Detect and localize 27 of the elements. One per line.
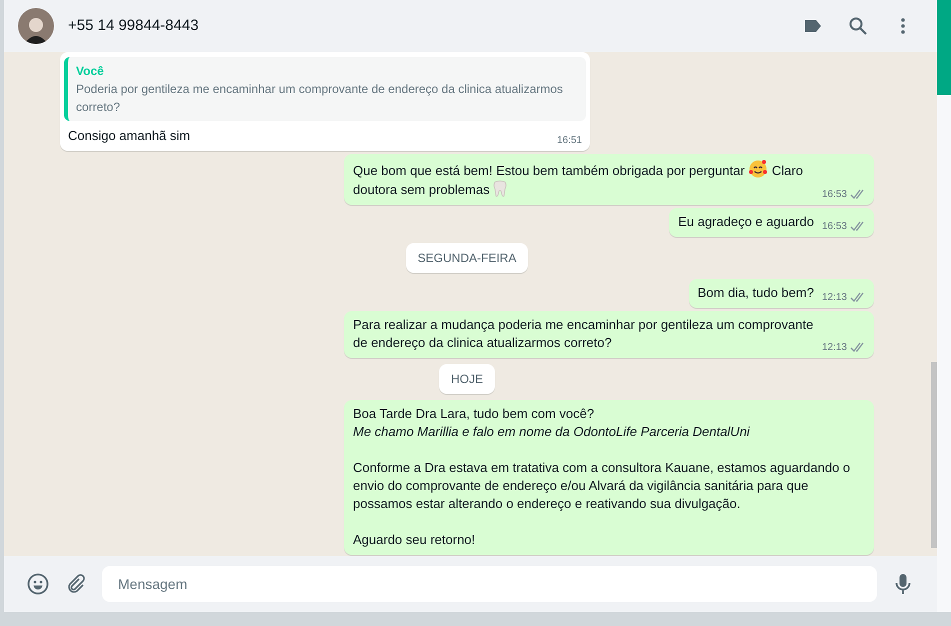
tag-icon: [804, 19, 822, 33]
more-options-icon: [901, 18, 905, 34]
message-text: Boa Tarde Dra Lara, tudo bem com você? Me chamo Marillia e falo em nome da OdontoLife Parceria DentalUni Conforme a Dra estava em tratativa com a consultora Kauane, estamos aguardando o envio do comprovante de endereço e/ou Alvará da vigilância sanitária para que possamos estar alterando o endereço e reativando sua divulgação. Aguardo seu retorno!: [353, 405, 852, 549]
quote-text: Poderia por gentileza me encaminhar um comprovante de endereço da clinica atualizarmos correto?: [76, 81, 564, 116]
scrollbar-thumb[interactable]: [931, 362, 937, 548]
message-time: 16:51: [556, 134, 582, 148]
microphone-icon: [895, 573, 911, 595]
date-label: SEGUNDA-FEIRA: [406, 243, 528, 273]
search-icon: [849, 17, 867, 35]
message-text: Eu agradeço e aguardo: [678, 213, 814, 231]
message-text: Consigo amanhã sim: [68, 127, 192, 145]
tooth-icon: [493, 180, 508, 198]
message-time: 16:53: [822, 188, 847, 202]
emoji-button[interactable]: [26, 572, 50, 596]
message-time: 16:53: [822, 220, 847, 234]
quote-author: Você: [76, 63, 105, 80]
message-time: 12:13: [822, 341, 847, 355]
paperclip-icon: [66, 574, 86, 594]
message-text: Bom dia, tudo bem?: [698, 284, 814, 302]
message-text: Para realizar a mudança poderia me encaminhar por gentileza um comprovante de endereço da clinica atualizarmos correto?: [353, 316, 814, 352]
date-label: HOJE: [438, 364, 495, 394]
smiling-face-hearts-icon: [748, 159, 768, 179]
contact-name: +55 14 99844-8443: [68, 16, 199, 36]
message-input[interactable]: Mensagem: [102, 566, 877, 602]
message-text: Que bom que está bem! Estou bem também obrigada por perguntar Claro doutora sem problemas: [353, 159, 814, 199]
message-time: 12:13: [822, 291, 847, 305]
smiley-icon: [27, 573, 49, 595]
